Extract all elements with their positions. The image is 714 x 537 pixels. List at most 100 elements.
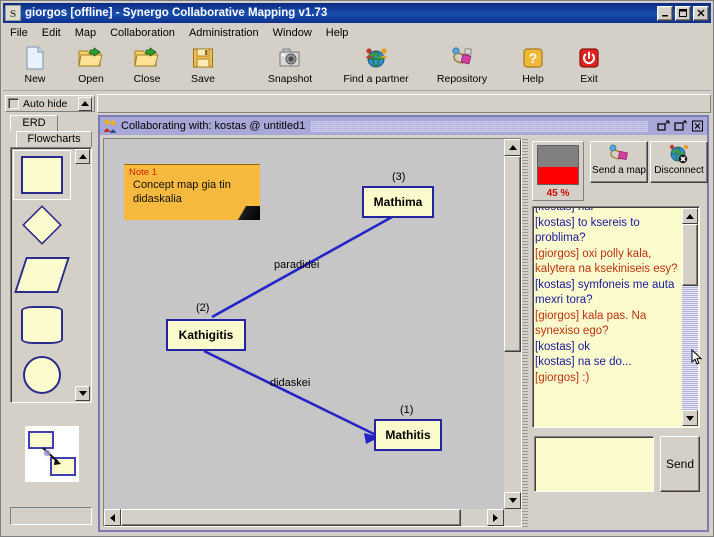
arrow-up-icon: [78, 154, 87, 159]
toolbar-button-open[interactable]: Open: [63, 43, 119, 89]
mdi-maximize-button[interactable]: [673, 119, 688, 133]
chat-vscroll-track[interactable]: [682, 224, 698, 410]
palette-link-tool[interactable]: [24, 425, 80, 483]
node-mathitis[interactable]: Mathitis: [374, 419, 442, 451]
toolbar-button-help[interactable]: ? Help: [505, 43, 561, 89]
mdi-titlebar: Collaborating with: kostas @ untitled1: [100, 117, 707, 135]
parallelogram-shape-icon: [14, 257, 70, 293]
canvas-scroll-down-button[interactable]: [504, 492, 521, 509]
chat-scroll-up-button[interactable]: [682, 208, 698, 224]
canvas-horizontal-scrollbar[interactable]: [104, 509, 504, 526]
canvas-vertical-scrollbar[interactable]: [504, 139, 521, 509]
chat-log[interactable]: [kostas] nai [kostas] to ksereis to prob…: [535, 208, 681, 426]
auto-hide-checkbox[interactable]: [8, 98, 19, 109]
node-label-mathitis: Mathitis: [385, 428, 431, 442]
menu-item-administration[interactable]: Administration: [182, 25, 266, 41]
svg-text:?: ?: [529, 50, 538, 66]
toolbar-button-save[interactable]: Save: [175, 43, 231, 89]
chat-message-4: [giorgos] kala pas. Na synexiso ego?: [535, 309, 647, 338]
menu-item-file[interactable]: File: [3, 25, 35, 41]
canvas-scroll-right-button[interactable]: [487, 509, 504, 526]
chat-message-1: [kostas] to ksereis to problima?: [535, 216, 640, 245]
toolbar-extension-strip: [97, 94, 711, 113]
palette-shape-rectangle[interactable]: [13, 150, 71, 200]
question-mark-icon: ?: [519, 45, 547, 71]
auto-hide-label: Auto hide: [23, 97, 68, 110]
palette-scrollbar[interactable]: [75, 149, 90, 401]
mdi-close-button[interactable]: [690, 119, 705, 133]
menu-item-map[interactable]: Map: [68, 25, 103, 41]
canvas-hscroll-track[interactable]: [121, 509, 487, 526]
menu-item-edit[interactable]: Edit: [35, 25, 68, 41]
rectangle-shape-icon: [21, 156, 63, 194]
toolbar-label-repository: Repository: [436, 73, 488, 85]
chat-message-3: [kostas] symfoneis me auta mexri tora?: [535, 278, 675, 307]
close-folder-icon: [133, 45, 161, 71]
send-button-label: Send: [665, 457, 695, 471]
palette-shape-circle[interactable]: [13, 350, 71, 400]
canvas-scroll-up-button[interactable]: [504, 139, 521, 156]
toolbar-button-snapshot[interactable]: Snapshot: [247, 43, 333, 89]
maximize-button[interactable]: [675, 5, 691, 21]
chat-message-2: [giorgos] oxi polly kala, kalytera na ks…: [535, 247, 678, 276]
palette-shape-list-container: [10, 147, 92, 403]
palette-scroll-track[interactable]: [75, 164, 90, 386]
open-folder-icon: [77, 45, 105, 71]
window-title: giorgos [offline] - Synergo Collaborativ…: [25, 7, 328, 19]
toolbar-button-new[interactable]: New: [7, 43, 63, 89]
arrow-down-icon: [508, 498, 517, 503]
new-document-icon: [21, 45, 49, 71]
edge-layer: [203, 203, 396, 444]
send-a-map-button[interactable]: Send a map: [590, 141, 648, 183]
palette-scroll-up-button[interactable]: [75, 149, 90, 164]
send-button[interactable]: Send: [660, 436, 700, 492]
two-people-icon: [102, 118, 118, 134]
arrow-left-icon: [110, 513, 115, 522]
chat-vscroll-thumb[interactable]: [682, 224, 698, 286]
toolbar-label-open: Open: [78, 73, 104, 85]
rounded-sides-shape-icon: [21, 306, 63, 344]
diamond-shape-icon: [22, 205, 62, 245]
mdi-restore-button[interactable]: [656, 119, 671, 133]
palette-scroll-down-button[interactable]: [75, 386, 90, 401]
collapse-up-button[interactable]: [78, 96, 92, 111]
chat-vertical-scrollbar[interactable]: [682, 208, 698, 426]
toolbar-button-exit[interactable]: Exit: [561, 43, 617, 89]
edge-label-didaskei[interactable]: didaskei: [270, 377, 310, 389]
palette-shape-diamond[interactable]: [13, 200, 71, 250]
chat-message-6: [kostas] na se do...: [535, 356, 632, 368]
canvas-vscroll-thumb[interactable]: [504, 156, 521, 352]
toolbar-label-help: Help: [522, 73, 544, 85]
camera-icon: [276, 45, 304, 71]
palette-tab-erd[interactable]: ERD: [10, 115, 58, 131]
circle-shape-icon: [23, 356, 61, 394]
palette-tab-flowcharts[interactable]: Flowcharts: [16, 131, 92, 148]
palette-shape-parallelogram[interactable]: [13, 250, 71, 300]
mdi-title-text: Collaborating with: kostas @ untitled1: [121, 120, 306, 132]
node-kathigitis[interactable]: Kathigitis: [166, 319, 246, 351]
edge-label-paradidei[interactable]: paradidei: [274, 259, 319, 271]
minimize-button[interactable]: [657, 5, 673, 21]
toolbar-button-find-partner[interactable]: Find a partner: [333, 43, 419, 89]
auto-hide-bar[interactable]: Auto hide: [5, 95, 95, 112]
menubar: File Edit Map Collaboration Administrati…: [3, 24, 711, 42]
disconnect-button[interactable]: Disconnect: [650, 141, 708, 183]
arrow-up-icon: [508, 145, 517, 150]
toolbar-button-repository[interactable]: Repository: [419, 43, 505, 89]
arrow-right-icon: [493, 513, 498, 522]
toolbar-label-new: New: [24, 73, 46, 85]
palette-link-section: [10, 411, 92, 499]
chat-scroll-down-button[interactable]: [682, 410, 698, 426]
canvas-scroll-left-button[interactable]: [104, 509, 121, 526]
toolbar-button-close[interactable]: Close: [119, 43, 175, 89]
canvas-hscroll-thumb[interactable]: [121, 509, 461, 526]
chat-input[interactable]: [534, 436, 654, 492]
menu-item-window[interactable]: Window: [266, 25, 319, 41]
palette-shape-rounded[interactable]: [13, 300, 71, 350]
menu-item-collaboration[interactable]: Collaboration: [103, 25, 182, 41]
close-button[interactable]: [693, 5, 709, 21]
canvas-vscroll-track[interactable]: [504, 156, 521, 492]
menu-item-help[interactable]: Help: [319, 25, 356, 41]
map-canvas[interactable]: Note 1 Concept map gia tin didaskalia pa…: [104, 139, 504, 509]
node-mathima[interactable]: Mathima: [362, 186, 434, 218]
